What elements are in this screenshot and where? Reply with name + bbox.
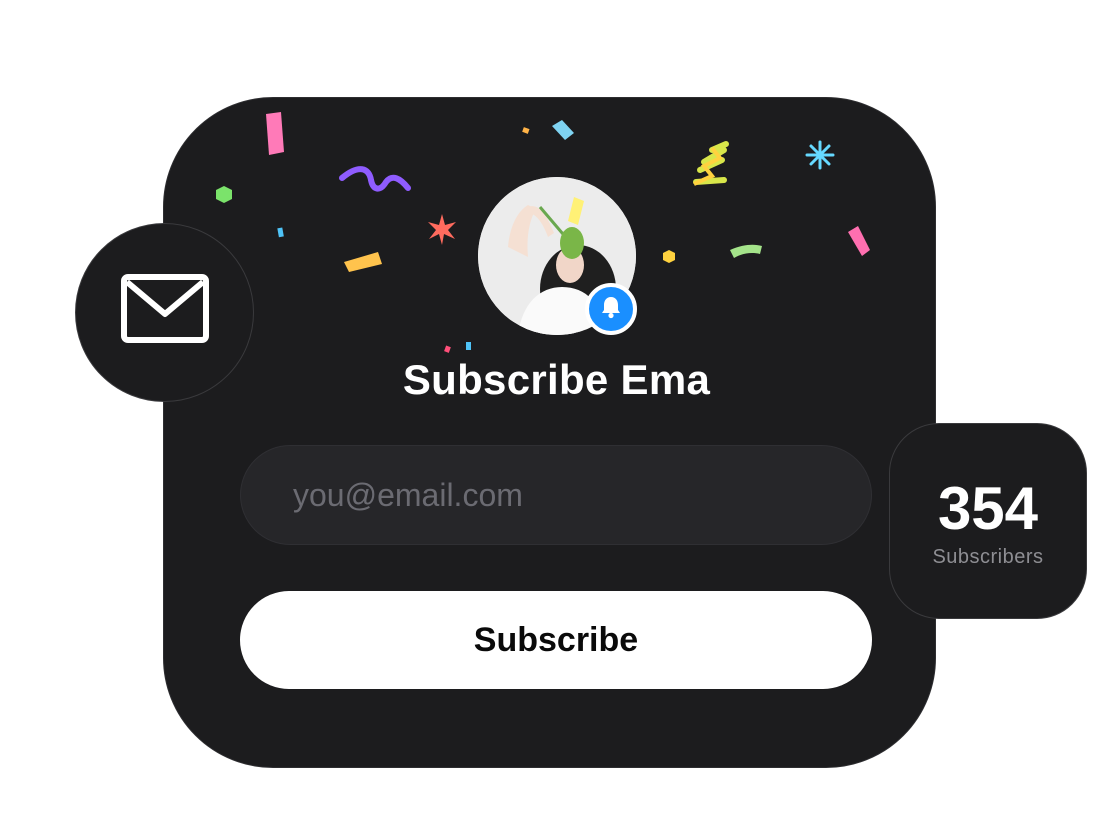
- notification-badge: [585, 283, 637, 335]
- subscriber-count: 354: [937, 475, 1039, 542]
- subscriber-count-label: Subscribers: [932, 546, 1044, 568]
- subscriber-count-card: 354 Subscribers: [889, 423, 1087, 619]
- subscribe-card: Subscribe Ema Subscribe: [163, 97, 936, 768]
- mail-icon: [120, 274, 209, 351]
- page-title: Subscribe Ema: [402, 356, 711, 403]
- mail-bubble: [75, 223, 254, 402]
- email-field[interactable]: [240, 445, 872, 545]
- bell-icon: [600, 295, 622, 324]
- subscribe-button[interactable]: Subscribe: [240, 591, 872, 689]
